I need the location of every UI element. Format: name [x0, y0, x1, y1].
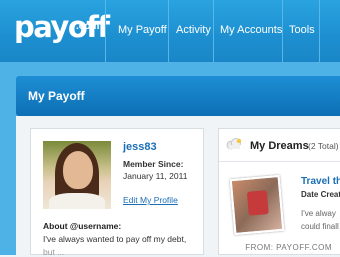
cloud-icon: [226, 138, 242, 150]
nav-divider: [282, 0, 283, 62]
avatar-shirt: [49, 193, 105, 209]
nav-item-activity[interactable]: Activity: [176, 24, 211, 36]
nav-divider: [319, 0, 320, 62]
nav-divider: [213, 0, 214, 62]
nav-item-my-payoff[interactable]: My Payoff: [118, 24, 167, 36]
suitcase-image: [246, 190, 269, 216]
image-credit: FROM: PAYOFF.COM: [245, 243, 332, 252]
profile-card: jess83 Member Since: January 11, 2011 Ed…: [30, 128, 204, 257]
avatar: [43, 141, 111, 209]
member-since-label: Member Since:: [123, 159, 184, 169]
edit-profile-link[interactable]: Edit My Profile: [123, 195, 178, 205]
dream-date: Date Creat: [301, 190, 340, 199]
logo-suffix: .com: [76, 21, 100, 32]
nav-divider: [168, 0, 169, 62]
member-since-date: January 11, 2011: [123, 171, 188, 181]
dreams-header: My Dreams (2 Total): [219, 129, 340, 162]
nav-divider: [105, 0, 106, 62]
dream-photo[interactable]: [229, 174, 285, 236]
section-header: My Payoff: [16, 76, 340, 116]
dreams-count: (2 Total): [308, 141, 339, 151]
avatar-face: [63, 151, 93, 189]
dreams-title: My Dreams: [250, 140, 309, 152]
about-title: About @username:: [43, 221, 122, 231]
dream-description: I've alway: [301, 209, 336, 218]
about-text-continued: but ...: [43, 247, 65, 257]
page-title: My Payoff: [28, 89, 85, 103]
about-text: I've always wanted to pay off my debt,: [43, 234, 187, 244]
top-nav-bar: payoff .com My Payoff Activity My Accoun…: [0, 0, 340, 62]
dream-description-continued: could finall: [301, 222, 339, 231]
nav-item-tools[interactable]: Tools: [289, 24, 315, 36]
username[interactable]: jess83: [123, 141, 157, 153]
dreams-card: My Dreams (2 Total) Travel th Date Creat…: [218, 128, 340, 255]
nav-item-my-accounts[interactable]: My Accounts: [220, 24, 282, 36]
dream-title-link[interactable]: Travel th: [301, 176, 340, 187]
